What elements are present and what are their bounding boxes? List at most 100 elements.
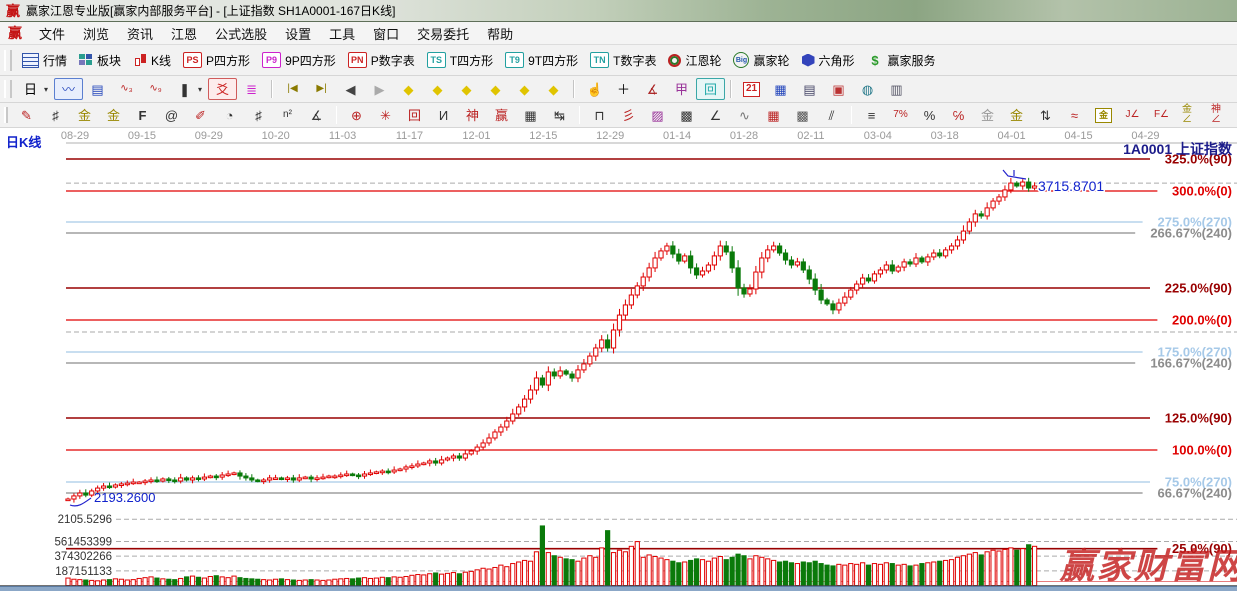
menu-item-8[interactable]: 交易委托 bbox=[408, 21, 478, 46]
time-cycle-tool[interactable]: ◔ bbox=[215, 104, 244, 126]
winner-service-button[interactable]: $ 赢家服务 bbox=[861, 49, 942, 72]
print-tool[interactable]: ▥ bbox=[882, 78, 911, 100]
p9-square-button[interactable]: P9 9P四方形 bbox=[256, 49, 342, 72]
menu-item-0[interactable]: 文件 bbox=[30, 21, 74, 46]
candle-style-dropdown[interactable]: ❚ ▾ bbox=[170, 78, 208, 100]
compress-view-button[interactable]: ◆ bbox=[510, 78, 539, 100]
region-tool[interactable]: 甲 bbox=[667, 78, 696, 100]
winner-wheel-button[interactable]: Big 赢家轮 bbox=[727, 49, 795, 72]
menu-item-1[interactable]: 浏览 bbox=[74, 21, 118, 46]
ying-lines-tool[interactable]: 赢 bbox=[487, 104, 516, 126]
wave-channel-tool[interactable]: ≈ bbox=[1060, 104, 1089, 126]
quotes-button[interactable]: 行情 bbox=[16, 49, 73, 72]
prev-candle-button[interactable]: ◀ bbox=[336, 78, 365, 100]
menu-item-9[interactable]: 帮助 bbox=[478, 21, 522, 46]
filled-grid-tool[interactable]: ▩ bbox=[788, 104, 817, 126]
gold-box-tool[interactable]: 金 bbox=[1089, 105, 1118, 126]
p-square-button[interactable]: PS P四方形 bbox=[177, 49, 256, 72]
gann-line-tool[interactable]: ♯ bbox=[41, 104, 70, 126]
pan-right-button[interactable]: ◆ bbox=[423, 78, 452, 100]
circle-cross-tool[interactable]: ⊕ bbox=[342, 104, 371, 126]
crosshair-tool[interactable]: ＋ bbox=[609, 78, 638, 100]
kline-button[interactable]: K线 bbox=[127, 49, 177, 72]
shen-angle-tool[interactable]: 神∠ bbox=[1205, 104, 1234, 126]
menu-item-7[interactable]: 窗口 bbox=[364, 21, 408, 46]
calendar-21-tool[interactable]: 21 bbox=[737, 79, 766, 100]
wave3-tool[interactable]: ∿₃ bbox=[112, 78, 141, 100]
color-histogram-tool[interactable]: ≣ bbox=[237, 78, 266, 100]
hexagon-button[interactable]: 六角形 bbox=[796, 49, 861, 72]
box-tool[interactable]: ⊓ bbox=[585, 104, 614, 126]
f-angle-icon: F∠ bbox=[1153, 109, 1170, 120]
save-tool[interactable]: ▣ bbox=[824, 78, 853, 100]
starburst-tool[interactable]: ✳ bbox=[371, 104, 400, 126]
gann-wheel-button-label: 江恩轮 bbox=[685, 53, 722, 68]
sort-pencil-tool[interactable]: ⇅ bbox=[1031, 104, 1060, 126]
hand-tool[interactable]: ☝ bbox=[580, 78, 609, 100]
first-page-button[interactable]: |◀ bbox=[278, 78, 307, 100]
ray-fan-tool[interactable]: 彡 bbox=[614, 104, 643, 126]
menu-item-6[interactable]: 工具 bbox=[320, 21, 364, 46]
wave9-tool[interactable]: ∿₉ bbox=[141, 78, 170, 100]
cross-box-tool[interactable]: ▩ bbox=[672, 104, 701, 126]
fractal-tool[interactable]: 爻 bbox=[208, 78, 238, 100]
shen-lines-tool[interactable]: 神 bbox=[458, 104, 487, 126]
toolbar-gripper[interactable] bbox=[4, 106, 8, 124]
span-tool[interactable]: ↹ bbox=[545, 104, 574, 126]
t9-square-button[interactable]: T9 9T四方形 bbox=[499, 49, 584, 72]
draw-pencil-tool[interactable]: ✎ bbox=[12, 104, 41, 126]
t-square-button[interactable]: TS T四方形 bbox=[421, 49, 499, 72]
doc-tool[interactable]: ▤ bbox=[83, 78, 112, 100]
zoom-out-h-button[interactable]: ◆ bbox=[452, 78, 481, 100]
t-number-table-button[interactable]: TN T数字表 bbox=[584, 49, 662, 72]
gold-section2-tool[interactable]: 金 bbox=[99, 104, 128, 126]
angle-ruler-tool[interactable]: ∡ bbox=[302, 104, 331, 126]
angle-lines-tool[interactable]: ∠ bbox=[701, 104, 730, 126]
pattern-tool[interactable]: 〰 bbox=[54, 78, 84, 100]
menu-item-5[interactable]: 设置 bbox=[276, 21, 320, 46]
notepad-tool[interactable]: ▤ bbox=[795, 78, 824, 100]
spiral-tool[interactable]: @ bbox=[157, 104, 186, 126]
purple-box-tool[interactable]: ▨ bbox=[643, 104, 672, 126]
fib-line-tool[interactable]: F bbox=[128, 104, 157, 126]
zigzag-tool[interactable]: ∿ bbox=[730, 104, 759, 126]
percent-red-tool[interactable]: 7% bbox=[886, 104, 915, 126]
next-candle-button[interactable]: ▶ bbox=[365, 78, 394, 100]
menu-logo-icon: 赢 bbox=[8, 25, 22, 41]
red-grid-tool[interactable]: ▦ bbox=[759, 104, 788, 126]
parallel-lines-tool[interactable]: ⫽ bbox=[817, 104, 846, 126]
percent-tool[interactable]: % bbox=[915, 104, 944, 126]
pan-left-button[interactable]: ◆ bbox=[394, 78, 423, 100]
expand-view-button[interactable]: ◆ bbox=[539, 78, 568, 100]
gold-angle-tool[interactable]: 金∠ bbox=[1176, 104, 1205, 126]
last-page-button[interactable]: ▶| bbox=[307, 78, 336, 100]
calculator-tool[interactable]: ▦ bbox=[766, 78, 795, 100]
sectors-button[interactable]: 板块 bbox=[73, 49, 127, 72]
toolbar-gripper[interactable] bbox=[4, 49, 12, 71]
gold-lines-tool[interactable]: 金 bbox=[1002, 104, 1031, 126]
angle-measure-tool[interactable]: ∡ bbox=[638, 78, 667, 100]
wave-mark-tool[interactable]: И bbox=[429, 104, 458, 126]
gann-box-tool[interactable]: 回 bbox=[696, 78, 726, 100]
n-square-tool[interactable]: n² bbox=[273, 104, 302, 126]
j-angle-tool[interactable]: J∠ bbox=[1118, 104, 1147, 126]
gold-section-tool[interactable]: 金 bbox=[70, 104, 99, 126]
chart-canvas[interactable]: 08-29 09-15 09-29 10-20 11-03 11-17 12-01 12-15… bbox=[0, 128, 1237, 591]
volume-ladder-tool[interactable]: ≡ bbox=[857, 104, 886, 126]
menu-item-4[interactable]: 公式选股 bbox=[206, 21, 276, 46]
period-day-dropdown[interactable]: 日 ▾ bbox=[16, 78, 54, 100]
gann-wheel-button[interactable]: 江恩轮 bbox=[662, 49, 727, 72]
pencil2-tool[interactable]: ✐ bbox=[186, 104, 215, 126]
p-number-table-button[interactable]: PN P数字表 bbox=[342, 49, 421, 72]
menu-item-2[interactable]: 资讯 bbox=[118, 21, 162, 46]
menu-item-3[interactable]: 江恩 bbox=[162, 21, 206, 46]
hash-lines-tool[interactable]: ♯ bbox=[244, 104, 273, 126]
f-angle-tool[interactable]: F∠ bbox=[1147, 104, 1176, 126]
gold-circle-tool[interactable]: 金 bbox=[973, 104, 1002, 126]
export-web-tool[interactable]: ◍ bbox=[853, 78, 882, 100]
grid-123-tool[interactable]: ▦ bbox=[516, 104, 545, 126]
square-spiral-tool[interactable]: 回 bbox=[400, 104, 429, 126]
zoom-in-h-button[interactable]: ◆ bbox=[481, 78, 510, 100]
toolbar-gripper[interactable] bbox=[4, 79, 12, 99]
percent-lines-tool[interactable]: ℅ bbox=[944, 104, 973, 126]
